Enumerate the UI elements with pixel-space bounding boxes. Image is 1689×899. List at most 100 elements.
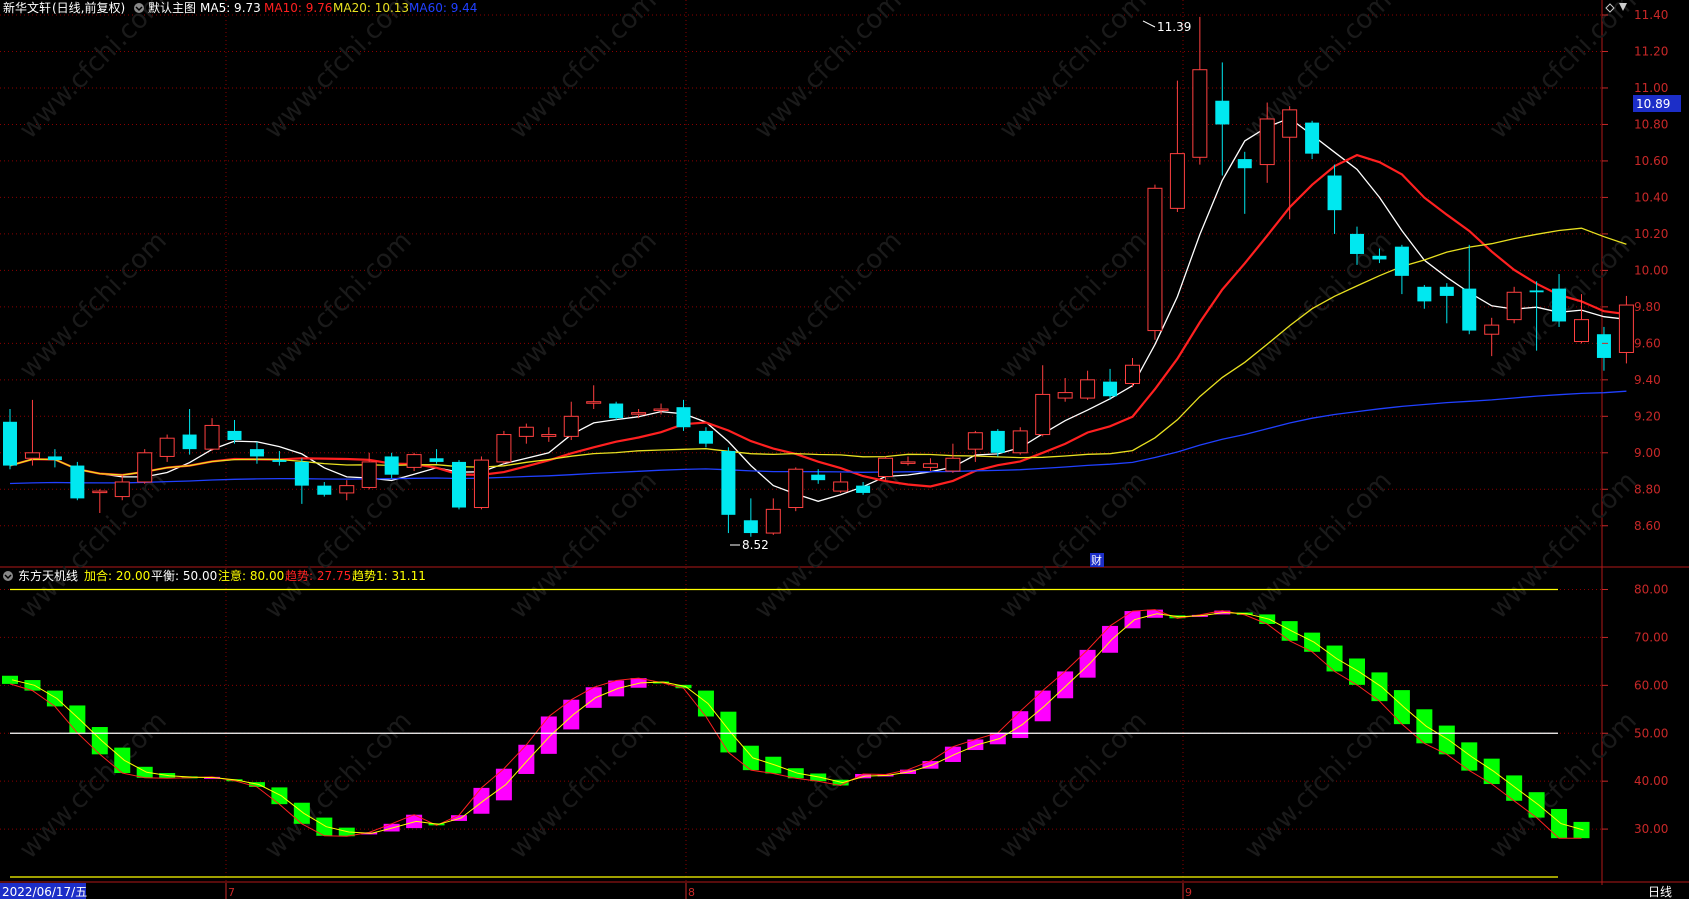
candle[interactable] (1439, 283, 1454, 324)
candle[interactable] (945, 443, 961, 473)
candle[interactable] (1462, 244, 1477, 335)
candle[interactable] (3, 409, 17, 470)
candle[interactable] (1417, 284, 1432, 309)
candle[interactable] (452, 460, 466, 510)
candle[interactable] (406, 452, 422, 472)
candle[interactable] (1169, 80, 1185, 213)
candle[interactable] (70, 461, 85, 501)
candle[interactable] (496, 430, 512, 464)
candle[interactable] (563, 401, 579, 441)
candle[interactable] (518, 423, 534, 444)
candle[interactable] (990, 429, 1005, 457)
legend-qushi: 趋势: 27.75 (285, 569, 351, 583)
indicator-bar[interactable] (1079, 649, 1096, 678)
candle[interactable] (1394, 244, 1409, 295)
candle[interactable] (1327, 164, 1342, 234)
indicator-bar[interactable] (1573, 821, 1590, 839)
stock-name[interactable]: 新华文轩 (3, 0, 51, 15)
candle[interactable] (1012, 427, 1028, 455)
price-axis-label: 9.00 (1634, 446, 1661, 460)
finance-marker[interactable]: 财 (1090, 553, 1104, 567)
candle[interactable] (317, 481, 332, 497)
indicator-bar[interactable] (1102, 625, 1119, 653)
candle[interactable] (1125, 357, 1140, 388)
candle[interactable] (721, 447, 736, 534)
candle[interactable] (743, 498, 758, 537)
candle[interactable] (159, 434, 175, 462)
candle[interactable] (24, 399, 40, 466)
indicator-bar[interactable] (1438, 725, 1455, 755)
candle[interactable] (609, 401, 624, 420)
indicator-bar[interactable] (46, 690, 63, 707)
indicator-bar[interactable] (1326, 645, 1343, 672)
indicator-bar[interactable] (765, 756, 782, 774)
candle[interactable] (1215, 62, 1230, 176)
indicator-bar[interactable] (473, 787, 490, 814)
candle[interactable] (47, 449, 62, 468)
candle-body (945, 457, 961, 472)
candle[interactable] (294, 458, 309, 504)
candle[interactable] (384, 452, 399, 479)
indicator-bar[interactable] (271, 787, 288, 805)
indicator-bar[interactable] (2, 675, 18, 684)
indicator-bar[interactable] (114, 747, 131, 774)
candle[interactable] (698, 427, 713, 448)
candle[interactable] (1057, 378, 1073, 402)
candle[interactable] (878, 456, 894, 481)
candle[interactable] (339, 480, 355, 501)
indicator-bar[interactable] (293, 802, 310, 824)
candle[interactable] (1506, 286, 1522, 324)
watermark-text: www.cfchi.com (259, 466, 418, 625)
indicator-bar[interactable] (720, 711, 737, 753)
candle[interactable] (1237, 151, 1252, 214)
candle[interactable] (114, 474, 130, 501)
watermark-text: www.cfchi.com (994, 226, 1153, 385)
indicator-bar[interactable] (1551, 808, 1568, 839)
candle[interactable] (586, 385, 602, 410)
candle[interactable] (1596, 326, 1611, 371)
indicator-bar[interactable] (1057, 671, 1074, 699)
indicator-bar[interactable] (518, 744, 535, 774)
candle[interactable] (900, 456, 916, 466)
indicator-bar[interactable] (69, 705, 86, 733)
indicator-bar[interactable] (1281, 621, 1298, 641)
indicator-bar[interactable] (91, 727, 108, 755)
watermark-text: www.cfchi.com (1239, 706, 1398, 865)
candle[interactable] (429, 449, 444, 464)
candle[interactable] (1147, 184, 1163, 340)
candle[interactable] (361, 452, 377, 490)
candle[interactable] (137, 449, 153, 484)
date-axis: 2022/06/17/五 7 8 9 日线 (0, 883, 1672, 899)
chevron-down-icon[interactable] (134, 3, 144, 13)
chevron-down-icon[interactable] (3, 571, 13, 581)
indicator-bar[interactable] (608, 680, 625, 697)
candle[interactable] (676, 399, 691, 431)
candle-body (1125, 364, 1140, 384)
stock-chart[interactable]: www.cfchi.com www.cfchi.com www.cfchi.com w… (0, 0, 1689, 899)
indicator-name[interactable]: 默认主图 (148, 0, 196, 15)
candle[interactable] (1192, 16, 1208, 165)
candle[interactable] (204, 418, 220, 451)
candle[interactable] (765, 498, 781, 535)
candle[interactable] (1618, 295, 1634, 364)
candle[interactable] (1305, 120, 1320, 160)
candle[interactable] (1080, 370, 1096, 400)
candle[interactable] (227, 419, 242, 444)
candle[interactable] (92, 489, 108, 513)
candle[interactable] (922, 458, 938, 472)
candle[interactable] (1035, 365, 1051, 437)
candle[interactable] (833, 472, 849, 493)
indicator-bar[interactable] (1012, 711, 1029, 739)
candle[interactable] (788, 467, 804, 512)
candle[interactable] (1552, 274, 1567, 327)
indicator-bar[interactable] (697, 690, 714, 717)
candle[interactable] (541, 427, 557, 442)
indicator-bar[interactable] (1349, 658, 1365, 685)
indicator-bar[interactable] (944, 746, 961, 762)
candle[interactable] (1103, 368, 1118, 400)
period-button[interactable]: 日线 (1648, 885, 1672, 899)
candle[interactable] (473, 456, 489, 510)
indicator-bar[interactable] (540, 716, 557, 754)
candle-body (1282, 109, 1298, 138)
sub-indicator-name[interactable]: 东方天机线 (18, 568, 78, 583)
